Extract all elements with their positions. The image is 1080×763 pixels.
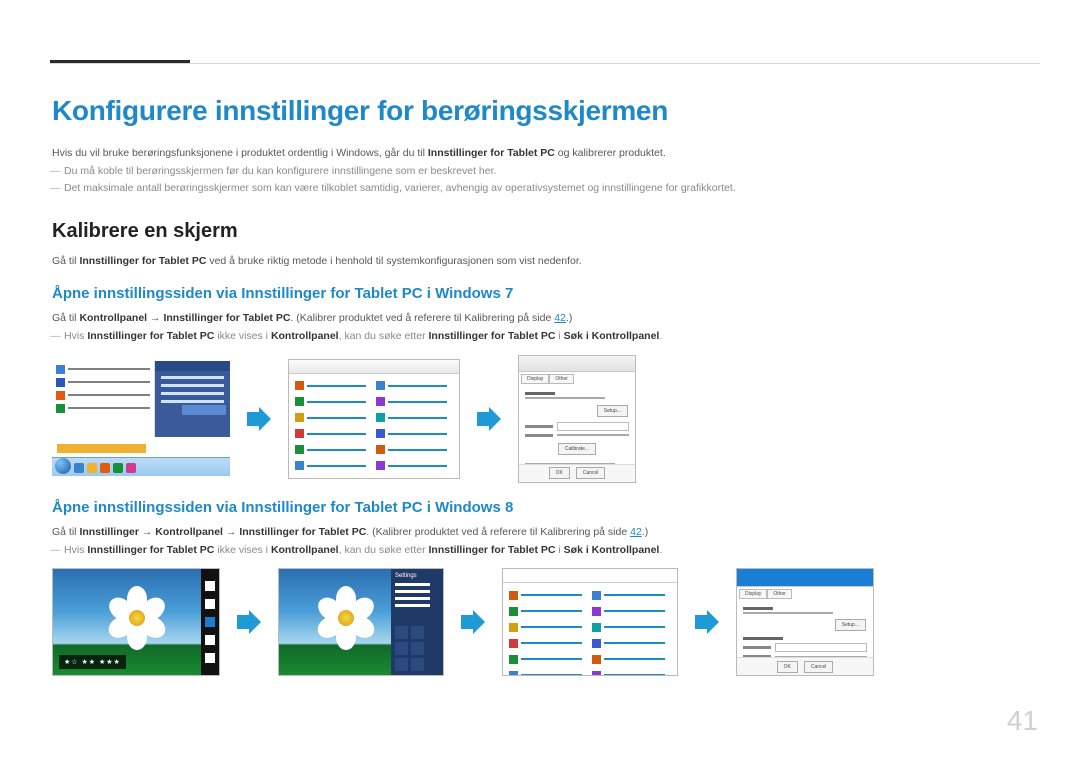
win7-line2: Hvis Innstillinger for Tablet PC ikke vi…	[52, 328, 1040, 344]
dlg-calibrate: Calibrate...	[558, 443, 596, 455]
intro-post: og kalibrerer produktet.	[555, 147, 666, 159]
win8-heading: Åpne innstillingssiden via Innstillinger…	[52, 499, 1040, 516]
arrow-icon	[690, 605, 724, 639]
note-2: Det maksimale antall berøringsskjermer s…	[52, 180, 1040, 196]
thumb-win8-tablet-pc-dialog: DisplayOther Setup... Calibrate...Reset.…	[736, 568, 874, 676]
dlg-cancel: Cancel	[804, 661, 834, 673]
arrow-icon	[242, 402, 276, 436]
t: Gå til	[52, 312, 79, 324]
dlg-ok: OK	[549, 467, 570, 479]
dlg-tab: Other	[767, 589, 792, 599]
header-rule	[50, 63, 1040, 64]
thumb-win8-desktop-charms: ★☆ ★★ ★★★	[52, 568, 220, 676]
intro-pre: Hvis du vil bruke berøringsfunksjonene i…	[52, 147, 428, 159]
t: i	[555, 544, 563, 556]
start-orb-icon	[55, 458, 71, 474]
w8-clock-overlay: ★☆ ★★ ★★★	[59, 655, 126, 669]
arrow-icon	[472, 402, 506, 436]
settings-charm-icon	[205, 653, 215, 663]
thumb-win8-settings-pane: Settings	[278, 568, 444, 676]
page-number: 41	[1007, 705, 1038, 737]
t: Søk i Kontrollpanel	[564, 544, 660, 556]
note-1: Du må koble til berøringsskjermen før du…	[52, 163, 1040, 179]
thumb-win7-tablet-pc-dialog: DisplayOther Setup... Calibrate... OK Can…	[518, 355, 636, 483]
page-title: Konfigurere innstillinger for berøringss…	[52, 95, 1040, 127]
charms-bar	[201, 569, 219, 675]
dlg-tab: Display	[739, 589, 767, 599]
t: , kan du søke etter	[339, 544, 429, 556]
t: Innstillinger for Tablet PC	[163, 312, 290, 324]
settings-flyout: Settings	[391, 569, 443, 675]
dlg-cancel: Cancel	[576, 467, 606, 479]
t: ikke vises i	[214, 544, 271, 556]
t: . (Kalibrer produktet ved å referere til…	[290, 312, 554, 324]
t: Kontrollpanel	[271, 544, 339, 556]
dlg-setup: Setup...	[597, 405, 628, 417]
win7-screenshot-row: DisplayOther Setup... Calibrate... OK Can…	[52, 355, 1040, 483]
dlg-ok: OK	[777, 661, 798, 673]
section-intro: Gå til Innstillinger for Tablet PC ved å…	[52, 253, 1040, 269]
t: Kontrollpanel	[271, 330, 339, 342]
t: →	[147, 312, 163, 324]
start-charm-icon	[205, 617, 215, 627]
t: Hvis	[64, 544, 87, 556]
page-link-42[interactable]: 42	[554, 312, 566, 324]
thumb-win8-control-panel	[502, 568, 678, 676]
t: Kontrollpanel	[79, 312, 147, 324]
t: .	[659, 544, 662, 556]
search-charm-icon	[205, 581, 215, 591]
daisy-flower-icon	[109, 590, 165, 646]
thumb-win7-control-panel	[288, 359, 460, 479]
t: .)	[642, 526, 648, 538]
t: →	[223, 526, 239, 538]
section-heading: Kalibrere en skjerm	[52, 220, 1040, 243]
arrow-icon	[232, 605, 266, 639]
t: .	[659, 330, 662, 342]
settings-title: Settings	[395, 573, 439, 579]
win8-line1: Gå til Innstillinger → Kontrollpanel → I…	[52, 524, 1040, 540]
t: , kan du søke etter	[339, 330, 429, 342]
arrow-icon	[456, 605, 490, 639]
page-link-42[interactable]: 42	[630, 526, 642, 538]
t: .)	[566, 312, 572, 324]
t: Innstillinger	[79, 526, 139, 538]
t: Gå til	[52, 526, 79, 538]
t: Kontrollpanel	[155, 526, 223, 538]
t: Innstillinger for Tablet PC	[429, 330, 556, 342]
t: →	[139, 526, 155, 538]
win7-line1: Gå til Kontrollpanel → Innstillinger for…	[52, 310, 1040, 326]
p2-pre: Gå til	[52, 255, 79, 267]
thumb-win7-start-menu	[52, 361, 230, 476]
t: Innstillinger for Tablet PC	[87, 330, 214, 342]
dlg-tab: Other	[549, 374, 574, 384]
t: Innstillinger for Tablet PC	[239, 526, 366, 538]
t: . (Kalibrer produktet ved å referere til…	[366, 526, 630, 538]
intro-paragraph: Hvis du vil bruke berøringsfunksjonene i…	[52, 145, 1040, 161]
win8-screenshot-row: ★☆ ★★ ★★★ Settings	[52, 568, 1040, 676]
win8-line2: Hvis Innstillinger for Tablet PC ikke vi…	[52, 542, 1040, 558]
devices-charm-icon	[205, 635, 215, 645]
intro-bold: Innstillinger for Tablet PC	[428, 147, 555, 159]
win7-heading: Åpne innstillingssiden via Innstillinger…	[52, 285, 1040, 302]
t: Innstillinger for Tablet PC	[429, 544, 556, 556]
t: i	[555, 330, 563, 342]
share-charm-icon	[205, 599, 215, 609]
dlg-setup: Setup...	[835, 619, 866, 631]
t: Innstillinger for Tablet PC	[87, 544, 214, 556]
t: Hvis	[64, 330, 87, 342]
dlg-tab: Display	[521, 374, 549, 384]
daisy-flower-icon	[318, 590, 374, 646]
p2-b: Innstillinger for Tablet PC	[79, 255, 206, 267]
t: ikke vises i	[214, 330, 271, 342]
p2-post: ved å bruke riktig metode i henhold til …	[206, 255, 581, 267]
page-content: Konfigurere innstillinger for berøringss…	[52, 95, 1040, 688]
t: Søk i Kontrollpanel	[564, 330, 660, 342]
